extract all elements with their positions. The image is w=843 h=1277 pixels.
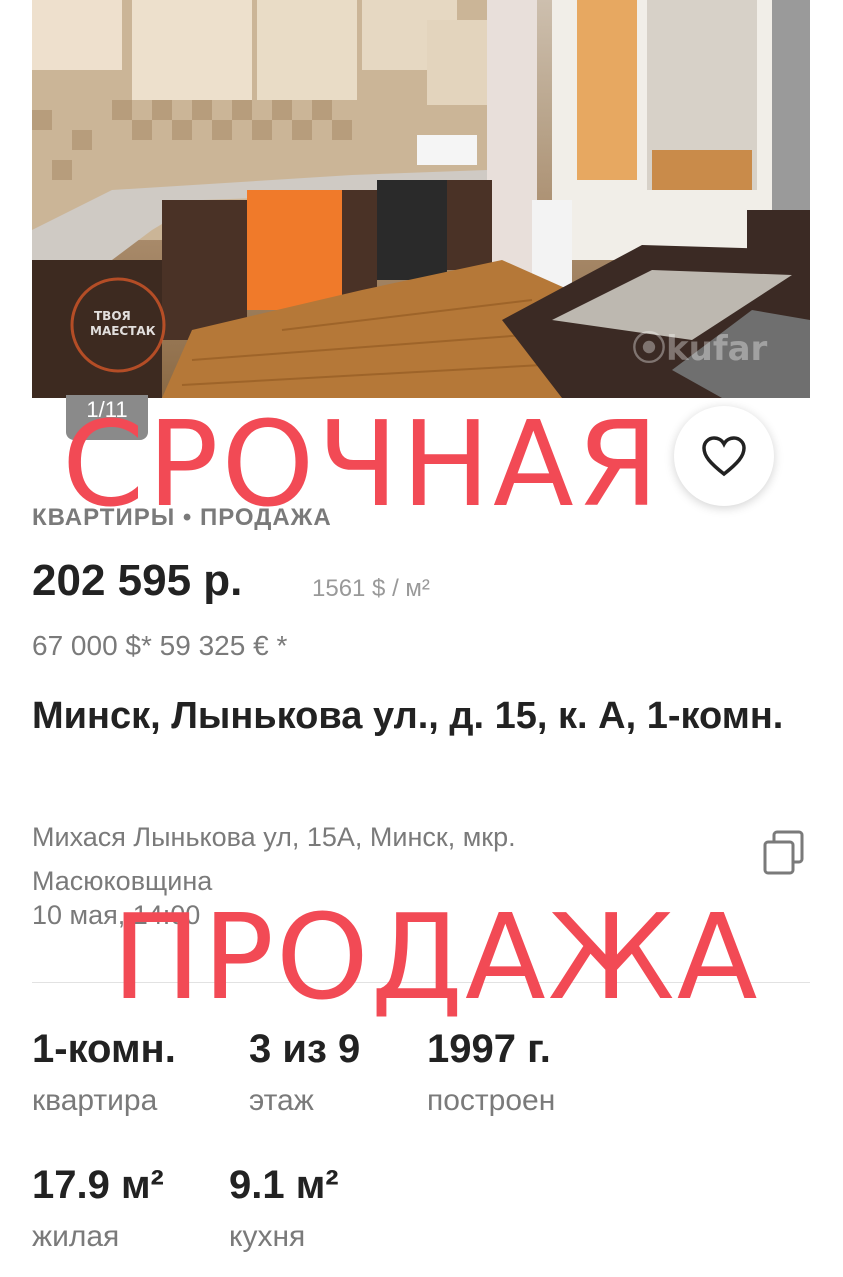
price-per-m2: 1561 $ / м² xyxy=(312,575,430,602)
favorite-button[interactable] xyxy=(674,406,774,506)
spec-rooms: 1-комн. квартира xyxy=(32,1027,176,1118)
spec-label: кухня xyxy=(229,1220,306,1253)
price: 202 595 р. xyxy=(32,556,243,605)
listing-photo[interactable]: ТВОЯ МАЕСТАК ⦿kufar xyxy=(32,0,810,398)
kitchen-photo-illustration: ТВОЯ МАЕСТАК ⦿kufar xyxy=(32,0,810,398)
spec-value: 9.1 м² xyxy=(229,1163,339,1207)
site-watermark: ⦿kufar xyxy=(632,329,768,369)
copy-icon[interactable] xyxy=(762,830,806,876)
logo-watermark-text: ТВОЯ xyxy=(94,309,131,323)
spec-floor: 3 из 9 этаж xyxy=(249,1027,360,1118)
spec-label: квартира xyxy=(32,1084,158,1117)
spec-year-built: 1997 г. построен xyxy=(427,1027,555,1118)
spec-value: 3 из 9 xyxy=(249,1027,361,1071)
spec-value: 1997 г. xyxy=(427,1027,551,1071)
spec-kitchen-area: 9.1 м² кухня xyxy=(229,1163,339,1254)
svg-text:МАЕСТАК: МАЕСТАК xyxy=(90,324,156,338)
spec-label: жилая xyxy=(32,1220,120,1253)
alternative-currency-prices: 67 000 $* 59 325 € * xyxy=(32,630,288,661)
spec-value: 1-комн. xyxy=(32,1027,176,1071)
heart-icon xyxy=(702,436,746,477)
spec-label: этаж xyxy=(249,1084,314,1117)
spec-living-area: 17.9 м² жилая xyxy=(32,1163,164,1254)
overlay-text-sale: ПРОДАЖА xyxy=(112,888,760,1026)
spec-value: 17.9 м² xyxy=(32,1163,164,1207)
overlay-text-urgent: СРОЧНАЯ xyxy=(62,395,662,533)
listing-title: Минск, Лынькова ул., д. 15, к. А, 1-комн… xyxy=(32,695,784,737)
spec-label: построен xyxy=(427,1084,556,1117)
